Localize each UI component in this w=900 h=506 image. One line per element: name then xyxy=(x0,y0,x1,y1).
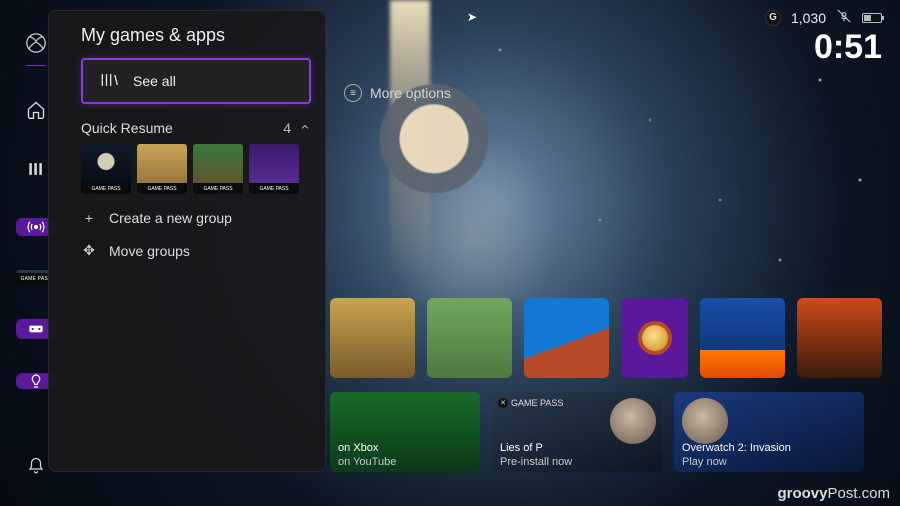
promo-title: Lies of P xyxy=(500,442,543,454)
quick-resume-grid: GAME PASS GAME PASS GAME PASS GAME PASS xyxy=(81,144,311,194)
game-tile[interactable] xyxy=(330,298,415,378)
panel-title: My games & apps xyxy=(81,25,311,46)
promo-title: Overwatch 2: Invasion xyxy=(682,442,791,454)
game-pass-tag: ✕GAME PASS xyxy=(498,398,563,408)
character-art xyxy=(610,398,656,444)
quick-resume-label: Quick Resume xyxy=(81,120,173,136)
plus-icon: + xyxy=(81,210,97,226)
move-groups-label: Move groups xyxy=(109,243,190,259)
home-icon[interactable] xyxy=(26,100,46,125)
headset-mute-icon xyxy=(836,8,852,27)
game-tile[interactable] xyxy=(427,298,512,378)
promo-subtitle: Pre-install now xyxy=(500,456,572,468)
more-options-label: More options xyxy=(370,85,451,101)
gamerscore-icon: G xyxy=(765,10,781,26)
library-icon xyxy=(99,71,119,92)
library-pause-icon[interactable] xyxy=(26,159,46,184)
quick-resume-tile[interactable]: GAME PASS xyxy=(249,144,299,194)
quick-resume-tile[interactable]: GAME PASS xyxy=(193,144,243,194)
xbox-logo-icon[interactable] xyxy=(25,32,47,59)
quick-resume-header[interactable]: Quick Resume 4 xyxy=(81,120,311,136)
promo-row: on Xbox on YouTube ✕GAME PASS Lies of P … xyxy=(330,392,882,472)
promo-title: on Xbox xyxy=(338,442,378,454)
quick-resume-tile[interactable]: GAME PASS xyxy=(81,144,131,194)
see-all-button[interactable]: See all xyxy=(81,58,311,104)
game-row-1 xyxy=(330,298,882,378)
promo-tile[interactable]: Overwatch 2: Invasion Play now xyxy=(674,392,864,472)
move-icon: ✥ xyxy=(81,242,97,259)
quick-resume-tile[interactable]: GAME PASS xyxy=(137,144,187,194)
move-groups-button[interactable]: ✥ Move groups xyxy=(81,242,311,259)
battery-icon xyxy=(862,13,882,23)
medal-icon xyxy=(642,325,668,351)
create-group-label: Create a new group xyxy=(109,210,232,226)
more-options-button[interactable]: ≡ More options xyxy=(344,84,451,102)
quick-resume-count: 4 xyxy=(283,120,291,136)
see-all-label: See all xyxy=(133,73,176,89)
character-art xyxy=(682,398,728,444)
menu-circle-icon: ≡ xyxy=(344,84,362,102)
status-bar: G 1,030 xyxy=(765,8,882,27)
notifications-icon[interactable] xyxy=(27,457,45,480)
rail-accent-underline xyxy=(26,65,46,66)
hero-background-art xyxy=(330,40,590,300)
my-games-apps-panel: My games & apps See all Quick Resume 4 G… xyxy=(48,10,326,472)
clock: 0:51 xyxy=(814,28,882,67)
promo-subtitle: on YouTube xyxy=(338,456,396,468)
promo-subtitle: Play now xyxy=(682,456,727,468)
game-tile[interactable] xyxy=(700,298,785,378)
cursor-pointer: ➤ xyxy=(467,10,477,24)
gamerscore-value: 1,030 xyxy=(791,10,826,26)
promo-tile[interactable]: ✕GAME PASS Lies of P Pre-install now xyxy=(492,392,662,472)
chevron-up-icon xyxy=(299,120,311,136)
watermark: groovyPost.com xyxy=(777,485,890,502)
achievement-tile[interactable] xyxy=(621,298,687,378)
create-group-button[interactable]: + Create a new group xyxy=(81,210,311,226)
game-tile[interactable] xyxy=(797,298,882,378)
promo-tile[interactable]: on Xbox on YouTube xyxy=(330,392,480,472)
game-tile[interactable] xyxy=(524,298,609,378)
